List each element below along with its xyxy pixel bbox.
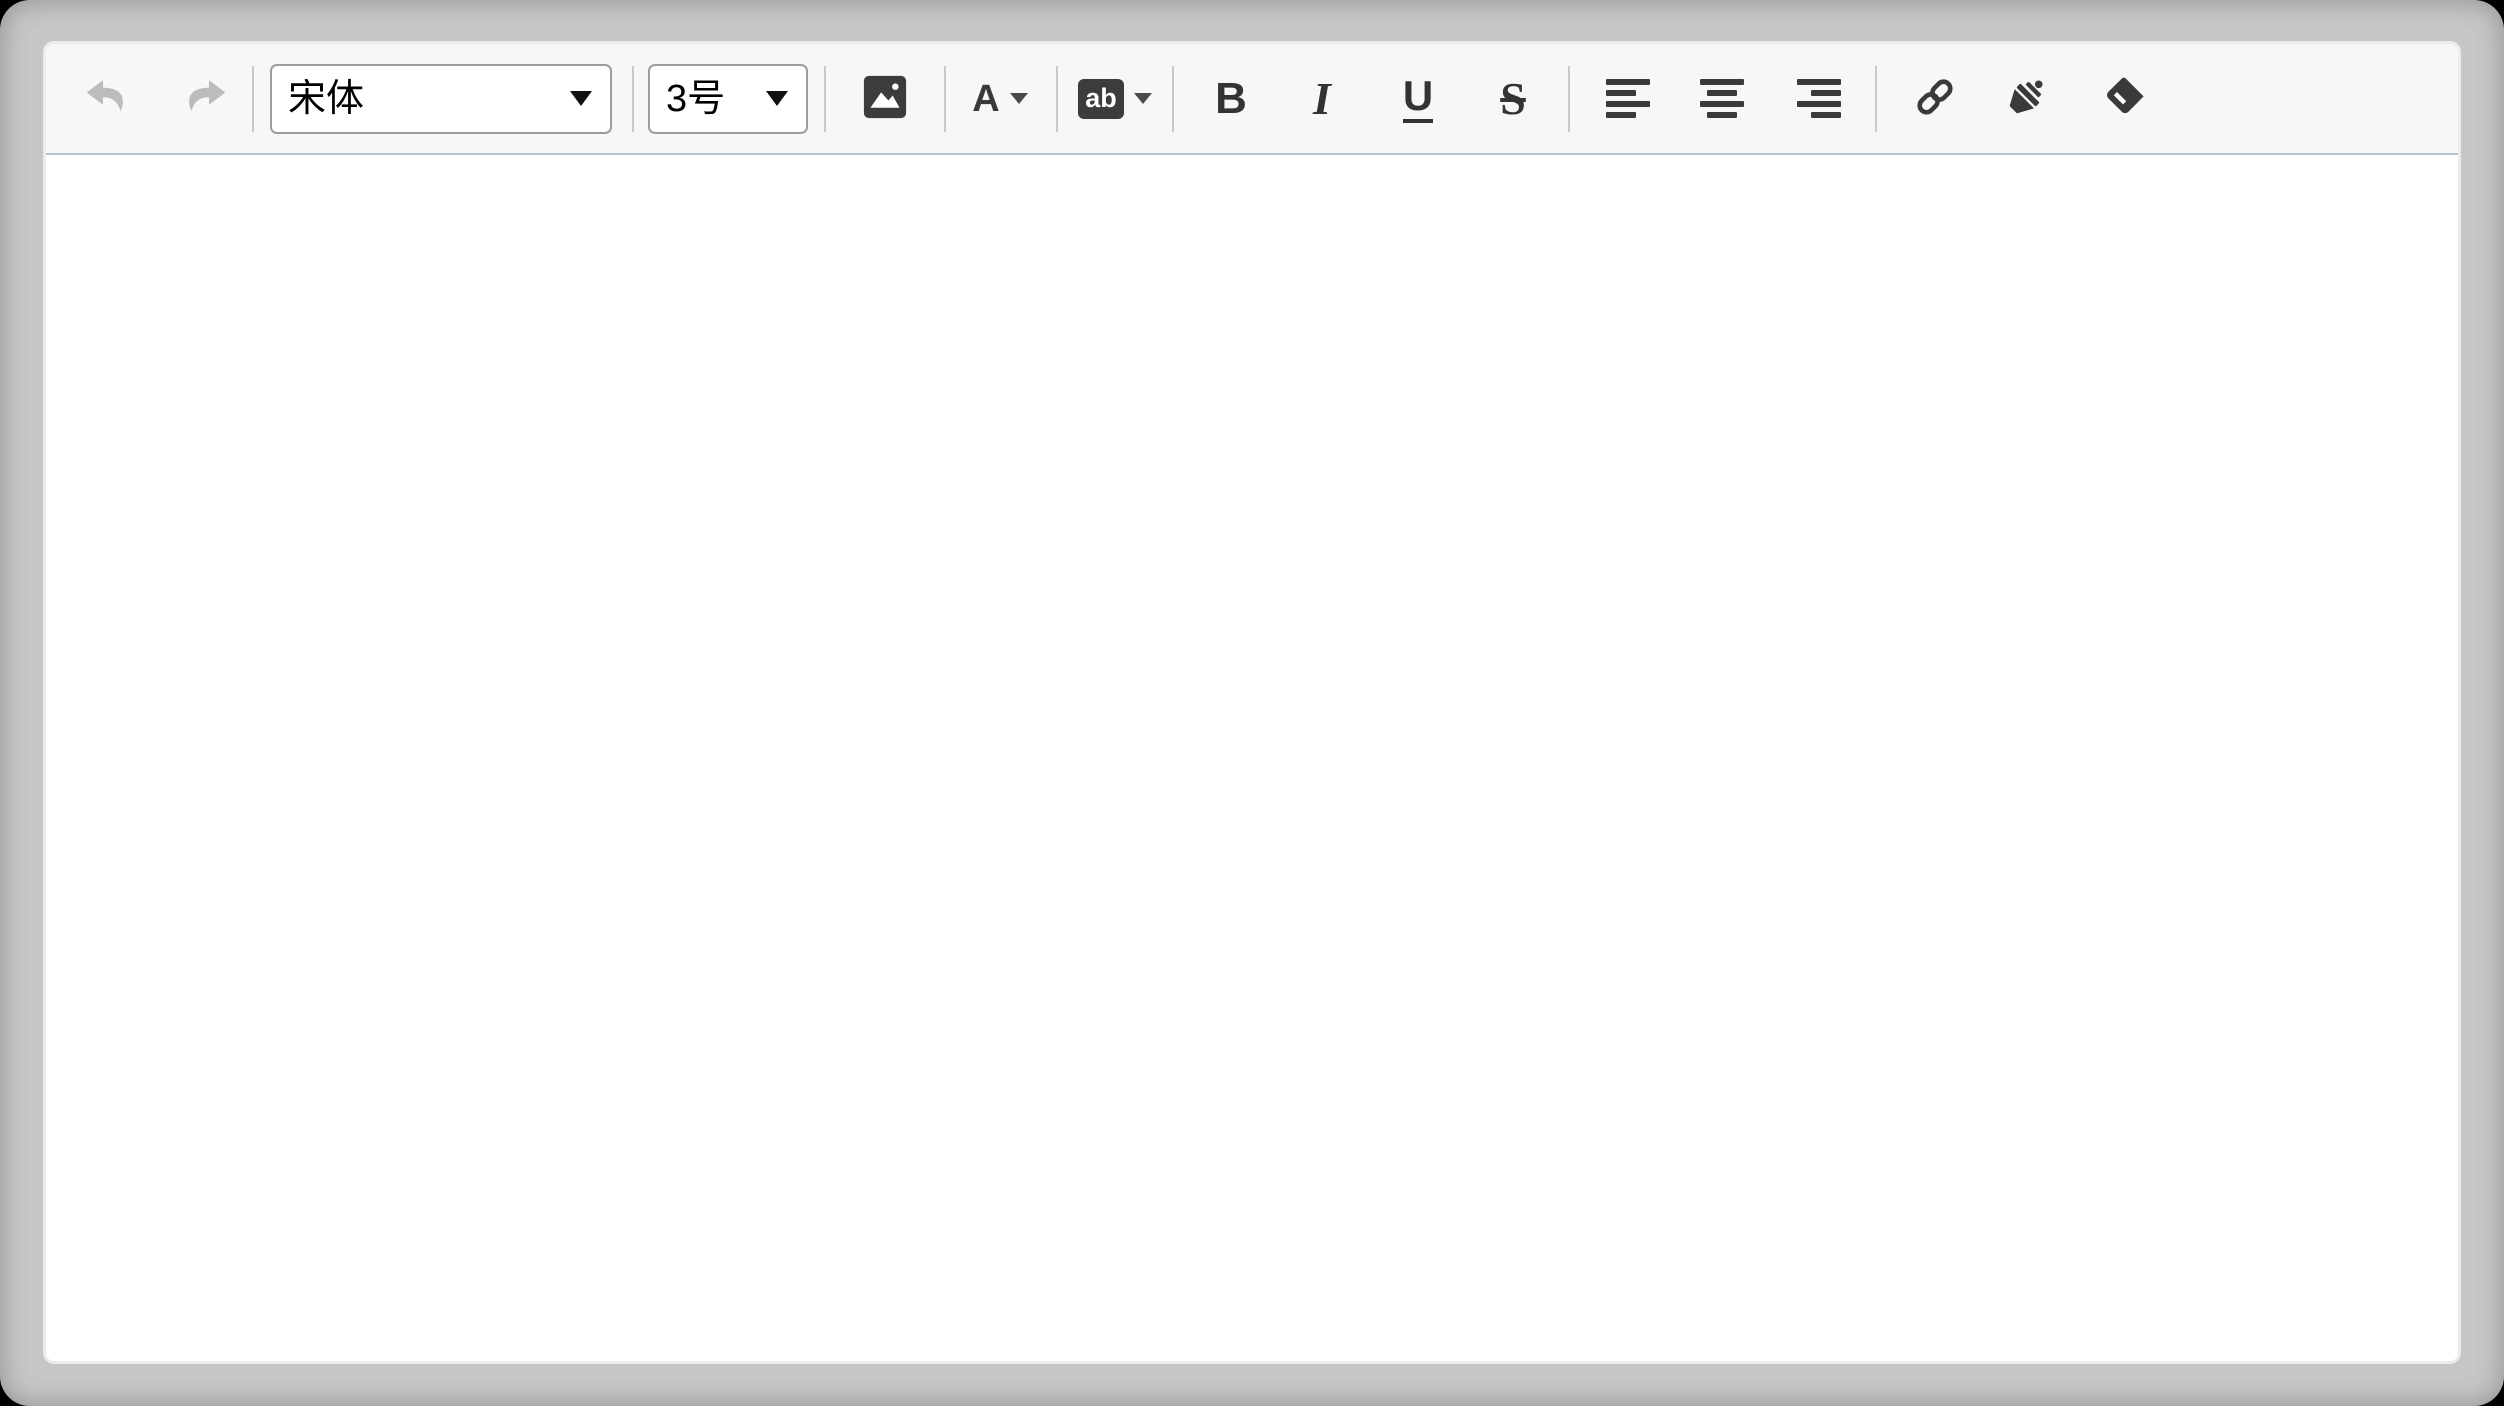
underline-button[interactable]: U [1386, 67, 1450, 131]
align-center-icon [1700, 79, 1744, 118]
align-left-button[interactable] [1596, 67, 1660, 131]
editor-window: 宋体 3号 [0, 0, 2504, 1406]
align-right-button[interactable] [1787, 67, 1851, 131]
underline-icon: U [1403, 75, 1433, 123]
toolbar-separator [1056, 66, 1058, 132]
undo-icon [80, 71, 132, 126]
toolbar-separator [1568, 66, 1570, 132]
toolbar-separator [1172, 66, 1174, 132]
highlight-color-button[interactable]: ab [1073, 67, 1157, 131]
format-painter-button[interactable] [1994, 67, 2058, 131]
strikethrough-button[interactable]: S [1481, 67, 1545, 131]
font-size-select[interactable]: 3号 [648, 64, 808, 134]
insert-image-button[interactable] [853, 67, 917, 131]
align-left-icon [1606, 79, 1650, 118]
italic-icon: I [1313, 76, 1331, 122]
toolbar-separator [252, 66, 254, 132]
align-center-button[interactable] [1690, 67, 1754, 131]
eraser-button[interactable] [2093, 67, 2157, 131]
font-size-value: 3号 [666, 80, 725, 118]
bold-icon: B [1215, 77, 1247, 121]
strikethrough-icon: S [1500, 76, 1526, 122]
font-color-button[interactable]: A [962, 67, 1038, 131]
insert-link-button[interactable] [1903, 67, 1967, 131]
toolbar-separator [824, 66, 826, 132]
editor-content[interactable] [46, 155, 2458, 1361]
highlight-color-icon: ab [1078, 79, 1124, 119]
insert-image-icon [862, 74, 908, 123]
rich-text-editor: 宋体 3号 [46, 44, 2458, 1361]
eraser-icon [2101, 73, 2149, 124]
font-family-value: 宋体 [288, 80, 364, 118]
dropdown-arrow-icon [570, 91, 592, 106]
bold-button[interactable]: B [1199, 67, 1263, 131]
dropdown-arrow-icon [1134, 93, 1152, 104]
toolbar-separator [1875, 66, 1877, 132]
redo-icon [180, 71, 232, 126]
font-color-icon: A [972, 80, 999, 118]
link-icon [1911, 73, 1959, 124]
format-painter-icon [2002, 73, 2050, 124]
toolbar-separator [944, 66, 946, 132]
italic-button[interactable]: I [1290, 67, 1354, 131]
font-family-select[interactable]: 宋体 [270, 64, 612, 134]
dropdown-arrow-icon [1010, 93, 1028, 104]
toolbar-separator [632, 66, 634, 132]
dropdown-arrow-icon [766, 91, 788, 106]
redo-button[interactable] [174, 67, 238, 131]
editor-toolbar: 宋体 3号 [46, 44, 2458, 155]
undo-button[interactable] [74, 67, 138, 131]
align-right-icon [1797, 79, 1841, 118]
